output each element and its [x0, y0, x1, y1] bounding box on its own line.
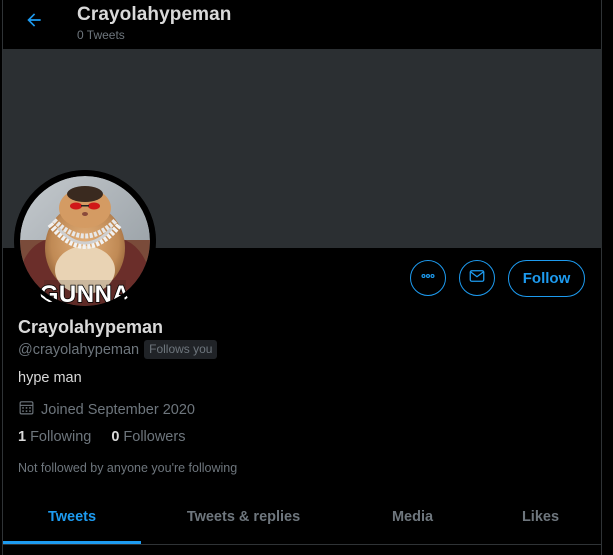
handle-row: @crayolahypeman Follows you [18, 340, 218, 359]
tab-label: Tweets & replies [186, 509, 301, 525]
tab-likes[interactable]: Likes [479, 490, 602, 544]
avatar[interactable]: GUNNA [14, 170, 156, 312]
tab-label: Media [391, 509, 434, 525]
tweet-count: 0 Tweets [77, 28, 125, 42]
header-title: Crayolahypeman [77, 4, 232, 25]
followers-label: Followers [123, 429, 186, 445]
joined-text: Joined September 2020 [41, 401, 195, 418]
follows-you-badge: Follows you [144, 340, 218, 359]
following-label: Following [30, 429, 92, 445]
joined-date: Joined September 2020 [18, 399, 195, 420]
envelope-icon [468, 267, 486, 290]
message-button[interactable] [459, 260, 495, 296]
calendar-icon [18, 399, 35, 420]
follow-counts: 1 Following 0 Followers [18, 429, 185, 445]
tab-label: Likes [521, 509, 560, 525]
display-name: Crayolahypeman [18, 317, 164, 337]
tab-tweets[interactable]: Tweets [3, 490, 141, 544]
tab-label: Tweets [47, 509, 97, 525]
following-count: 1 [18, 429, 27, 445]
followers-link[interactable]: 0 Followers [111, 429, 185, 445]
mutual-followers-note: Not followed by anyone you're following [18, 461, 238, 475]
tab-media[interactable]: Media [346, 490, 479, 544]
following-link[interactable]: 1 Following [18, 429, 91, 445]
tab-tweets-replies[interactable]: Tweets & replies [141, 490, 346, 544]
profile-bio: hype man [18, 370, 82, 386]
avatar-caption: GUNNA [40, 281, 131, 308]
followers-count: 0 [111, 429, 120, 445]
follow-button[interactable]: Follow [508, 260, 585, 297]
tabs-divider [3, 544, 602, 545]
arrow-left-icon [24, 10, 44, 35]
more-button[interactable] [410, 260, 446, 296]
profile-header: Crayolahypeman 0 Tweets [0, 0, 613, 48]
user-handle: @crayolahypeman [18, 341, 140, 358]
profile-page: Crayolahypeman 0 Tweets GUNNA Follow Cra… [0, 0, 613, 555]
profile-tabs: Tweets Tweets & replies Media Likes [3, 490, 602, 544]
more-horizontal-icon [419, 267, 437, 290]
back-button[interactable] [20, 8, 48, 36]
